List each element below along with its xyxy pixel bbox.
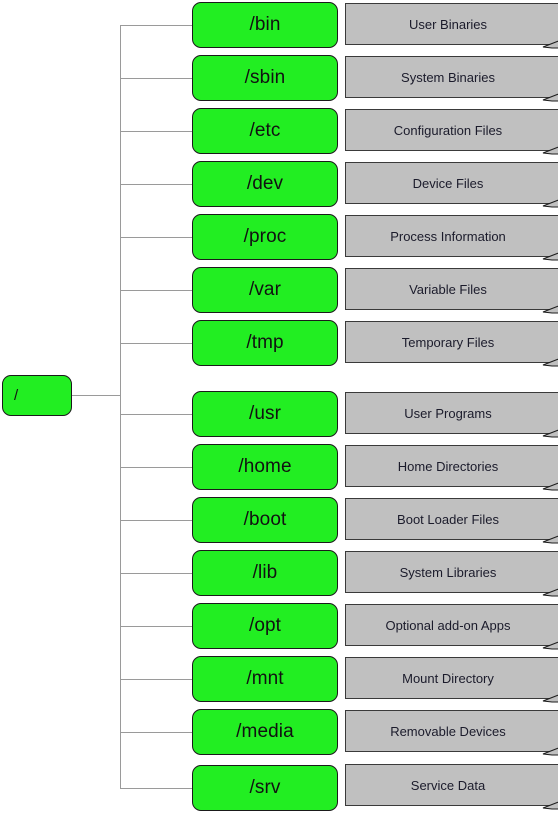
branch-line-10	[120, 573, 193, 574]
node-root[interactable]: /	[2, 375, 72, 416]
note-proc: Process Information	[345, 215, 558, 261]
node-boot[interactable]: /boot	[192, 497, 338, 543]
node-lib[interactable]: /lib	[192, 550, 338, 596]
note-srv: Service Data	[345, 764, 558, 810]
branch-line-4	[120, 237, 193, 238]
node-proc[interactable]: /proc	[192, 214, 338, 260]
node-media-label: /media	[236, 721, 294, 742]
node-var-label: /var	[248, 279, 282, 300]
branch-line-12	[120, 679, 193, 680]
filesystem-hierarchy-diagram: / /bin User Binaries /sbin System Binari…	[0, 0, 558, 813]
note-bin: User Binaries	[345, 3, 558, 49]
node-lib-label: /lib	[252, 562, 278, 583]
node-mnt-label: /mnt	[246, 668, 284, 689]
node-srv-label: /srv	[249, 777, 281, 798]
note-var-label: Variable Files	[409, 281, 487, 297]
root-connector-line	[72, 395, 121, 396]
note-fold-icon	[542, 305, 558, 314]
node-dev[interactable]: /dev	[192, 161, 338, 207]
branch-line-3	[120, 184, 193, 185]
note-media-label: Removable Devices	[390, 723, 506, 739]
note-bin-label: User Binaries	[408, 16, 488, 32]
note-fold-icon	[542, 694, 558, 703]
note-fold-icon	[542, 358, 558, 367]
node-media[interactable]: /media	[192, 709, 338, 755]
branch-line-2	[120, 131, 193, 132]
note-fold-icon	[542, 199, 558, 208]
node-tmp[interactable]: /tmp	[192, 320, 338, 366]
note-fold-icon	[542, 641, 558, 650]
node-var[interactable]: /var	[192, 267, 338, 313]
note-fold-icon	[542, 588, 558, 597]
note-dev: Device Files	[345, 162, 558, 208]
note-fold-icon	[542, 482, 558, 491]
note-opt: Optional add-on Apps	[345, 604, 558, 650]
note-boot: Boot Loader Files	[345, 498, 558, 544]
branch-line-5	[120, 290, 193, 291]
node-usr-label: /usr	[248, 403, 282, 424]
note-var: Variable Files	[345, 268, 558, 314]
branch-line-9	[120, 520, 193, 521]
note-home-label: Home Directories	[397, 458, 499, 474]
node-dev-label: /dev	[246, 173, 284, 194]
note-fold-icon	[542, 801, 558, 810]
note-fold-icon	[542, 40, 558, 49]
note-boot-label: Boot Loader Files	[397, 511, 499, 527]
note-sbin-label: System Binaries	[401, 69, 495, 85]
note-etc-label: Configuration Files	[393, 122, 503, 138]
node-tmp-label: /tmp	[246, 332, 284, 353]
note-fold-icon	[542, 429, 558, 438]
note-fold-icon	[542, 535, 558, 544]
branch-line-0	[120, 25, 193, 26]
node-mnt[interactable]: /mnt	[192, 656, 338, 702]
note-proc-label: Process Information	[390, 228, 506, 244]
note-lib: System Libraries	[345, 551, 558, 597]
note-mnt-label: Mount Directory	[402, 670, 494, 686]
branch-line-8	[120, 467, 193, 468]
node-sbin[interactable]: /sbin	[192, 55, 338, 101]
note-tmp-label: Temporary Files	[401, 334, 495, 350]
note-fold-icon	[542, 252, 558, 261]
branch-line-11	[120, 626, 193, 627]
branch-line-14	[120, 788, 193, 789]
note-sbin: System Binaries	[345, 56, 558, 102]
branch-line-1	[120, 78, 193, 79]
note-mnt: Mount Directory	[345, 657, 558, 703]
note-opt-label: Optional add-on Apps	[385, 617, 511, 633]
note-tmp: Temporary Files	[345, 321, 558, 367]
note-fold-icon	[542, 747, 558, 756]
node-boot-label: /boot	[243, 509, 287, 530]
node-home-label: /home	[238, 456, 292, 477]
note-fold-icon	[542, 146, 558, 155]
note-fold-icon	[542, 93, 558, 102]
node-usr[interactable]: /usr	[192, 391, 338, 437]
node-bin-label: /bin	[249, 14, 281, 35]
node-proc-label: /proc	[243, 226, 287, 247]
note-home: Home Directories	[345, 445, 558, 491]
node-opt-label: /opt	[248, 615, 282, 636]
note-etc: Configuration Files	[345, 109, 558, 155]
note-usr-label: User Programs	[404, 405, 492, 421]
node-etc[interactable]: /etc	[192, 108, 338, 154]
branch-line-13	[120, 732, 193, 733]
node-etc-label: /etc	[249, 120, 281, 141]
node-opt[interactable]: /opt	[192, 603, 338, 649]
note-lib-label: System Libraries	[399, 564, 497, 580]
branch-line-6	[120, 343, 193, 344]
node-bin[interactable]: /bin	[192, 2, 338, 48]
note-media: Removable Devices	[345, 710, 558, 756]
branch-line-7	[120, 414, 193, 415]
tree-trunk-line	[120, 25, 121, 789]
node-sbin-label: /sbin	[244, 67, 286, 88]
node-root-label: /	[14, 387, 19, 404]
note-usr: User Programs	[345, 392, 558, 438]
node-srv[interactable]: /srv	[192, 765, 338, 811]
note-dev-label: Device Files	[412, 175, 484, 191]
node-home[interactable]: /home	[192, 444, 338, 490]
note-srv-label: Service Data	[410, 777, 486, 793]
